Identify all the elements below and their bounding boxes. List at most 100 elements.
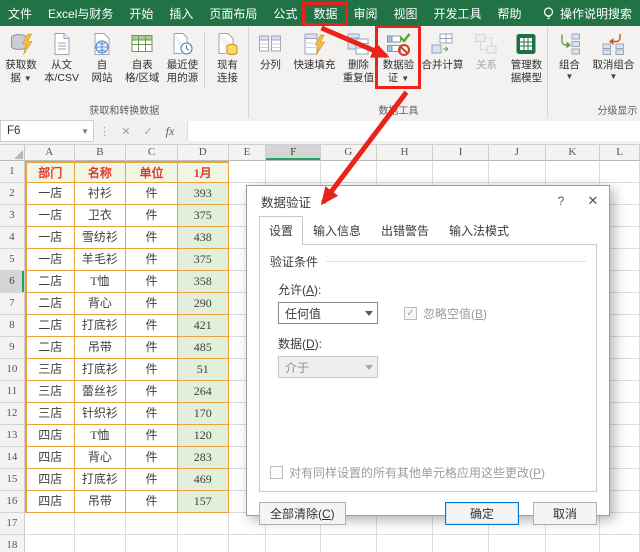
ribbon-tab-developer[interactable]: 开发工具: [425, 3, 489, 25]
cell-J1[interactable]: [489, 161, 546, 183]
cell-A4[interactable]: 一店: [25, 227, 75, 249]
row-header-15[interactable]: 15: [0, 469, 25, 491]
cell-A6[interactable]: 二店: [25, 271, 75, 293]
cell-C5[interactable]: 件: [126, 249, 178, 271]
cell-E1[interactable]: [229, 161, 267, 183]
cell-A5[interactable]: 一店: [25, 249, 75, 271]
cell-C3[interactable]: 件: [126, 205, 178, 227]
row-header-16[interactable]: 16: [0, 491, 25, 513]
row-header-3[interactable]: 3: [0, 205, 25, 227]
cell-C7[interactable]: 件: [126, 293, 178, 315]
cell-F1[interactable]: [266, 161, 321, 183]
cell-A3[interactable]: 一店: [25, 205, 75, 227]
cell-I18[interactable]: [433, 535, 489, 552]
cell-A14[interactable]: 四店: [25, 447, 75, 469]
ribbon-button-consolidate[interactable]: 合并计算: [418, 28, 466, 72]
cell-D16[interactable]: 157: [178, 491, 229, 513]
cell-C15[interactable]: 件: [126, 469, 178, 491]
cell-A10[interactable]: 三店: [25, 359, 75, 381]
column-header-I[interactable]: I: [433, 144, 489, 161]
allow-dropdown[interactable]: 任何值: [278, 302, 378, 324]
row-header-17[interactable]: 17: [0, 513, 25, 535]
cell-K18[interactable]: [546, 535, 601, 552]
column-header-D[interactable]: D: [178, 144, 229, 161]
ribbon-button-data-validation[interactable]: 数据验证 ▼: [378, 28, 418, 84]
row-header-14[interactable]: 14: [0, 447, 25, 469]
ribbon-button-existing-connections[interactable]: 现有连接: [207, 28, 247, 84]
cell-J18[interactable]: [489, 535, 546, 552]
ribbon-tab-review[interactable]: 审阅: [345, 3, 385, 25]
cell-C4[interactable]: 件: [126, 227, 178, 249]
cell-B13[interactable]: T恤: [75, 425, 127, 447]
ribbon-button-from-web[interactable]: 自网站: [82, 28, 122, 84]
cell-A16[interactable]: 四店: [25, 491, 75, 513]
dialog-title-bar[interactable]: 数据验证 ? ✕: [247, 186, 609, 216]
dialog-tab-输入法模式[interactable]: 输入法模式: [439, 216, 519, 244]
cell-D2[interactable]: 393: [178, 183, 229, 205]
cell-A8[interactable]: 二店: [25, 315, 75, 337]
cell-B4[interactable]: 雪纺衫: [75, 227, 127, 249]
ribbon-tab-help[interactable]: 帮助: [490, 3, 530, 25]
cell-B1[interactable]: 名称: [75, 161, 127, 183]
column-header-L[interactable]: L: [600, 144, 640, 161]
cell-D9[interactable]: 485: [178, 337, 229, 359]
ribbon-button-from-table-range[interactable]: 自表格/区域: [122, 28, 162, 84]
cell-E18[interactable]: [229, 535, 267, 552]
ribbon-tab-page-layout[interactable]: 页面布局: [201, 3, 265, 25]
tell-me-search[interactable]: 操作说明搜索: [560, 5, 632, 22]
ribbon-button-text-to-columns[interactable]: 分列: [250, 28, 290, 72]
row-header-8[interactable]: 8: [0, 315, 25, 337]
cell-D12[interactable]: 170: [178, 403, 229, 425]
cell-A1[interactable]: 部门: [25, 161, 75, 183]
cell-C6[interactable]: 件: [126, 271, 178, 293]
cell-B15[interactable]: 打底衫: [75, 469, 127, 491]
cell-B9[interactable]: 吊带: [75, 337, 127, 359]
ribbon-button-group[interactable]: 组合▼: [549, 28, 589, 81]
cell-C8[interactable]: 件: [126, 315, 178, 337]
cell-C2[interactable]: 件: [126, 183, 178, 205]
ribbon-tab-excel-finance[interactable]: Excel与财务: [40, 3, 121, 25]
ribbon-tab-home[interactable]: 开始: [121, 3, 161, 25]
cell-D1[interactable]: 1月: [178, 161, 229, 183]
cell-D10[interactable]: 51: [178, 359, 229, 381]
ribbon-button-ungroup[interactable]: 取消组合▼: [589, 28, 637, 81]
row-header-11[interactable]: 11: [0, 381, 25, 403]
cell-C9[interactable]: 件: [126, 337, 178, 359]
ribbon-tab-view[interactable]: 视图: [385, 3, 425, 25]
row-header-12[interactable]: 12: [0, 403, 25, 425]
row-header-2[interactable]: 2: [0, 183, 25, 205]
cell-G18[interactable]: [321, 535, 377, 552]
name-box-dropdown-icon[interactable]: ▼: [81, 127, 93, 136]
formula-input[interactable]: [187, 121, 640, 141]
cell-B10[interactable]: 打底衫: [75, 359, 127, 381]
select-all-corner[interactable]: [0, 144, 25, 161]
cancel-entry-icon[interactable]: ✕: [115, 125, 137, 138]
cell-D17[interactable]: [178, 513, 229, 535]
row-header-5[interactable]: 5: [0, 249, 25, 271]
cell-B14[interactable]: 背心: [75, 447, 127, 469]
cell-D6[interactable]: 358: [178, 271, 229, 293]
dialog-close-button[interactable]: ✕: [577, 186, 609, 216]
cell-L18[interactable]: [600, 535, 640, 552]
column-header-F[interactable]: F: [266, 144, 321, 161]
cell-C11[interactable]: 件: [126, 381, 178, 403]
column-header-J[interactable]: J: [489, 144, 546, 161]
column-header-G[interactable]: G: [321, 144, 377, 161]
row-header-9[interactable]: 9: [0, 337, 25, 359]
ribbon-button-recent-sources[interactable]: 最近使用的源: [162, 28, 202, 84]
cell-C17[interactable]: [126, 513, 178, 535]
cancel-button[interactable]: 取消: [533, 502, 597, 525]
cell-H18[interactable]: [377, 535, 434, 552]
cell-B2[interactable]: 衬衫: [75, 183, 127, 205]
cell-A9[interactable]: 二店: [25, 337, 75, 359]
chevron-down-icon[interactable]: [361, 306, 377, 320]
cell-C18[interactable]: [126, 535, 178, 552]
cell-D7[interactable]: 290: [178, 293, 229, 315]
cell-D14[interactable]: 283: [178, 447, 229, 469]
name-box[interactable]: F6 ▼: [0, 120, 94, 142]
cell-D15[interactable]: 469: [178, 469, 229, 491]
column-header-A[interactable]: A: [25, 144, 75, 161]
cell-C1[interactable]: 单位: [126, 161, 178, 183]
cell-I1[interactable]: [433, 161, 489, 183]
ribbon-tab-file[interactable]: 文件: [0, 3, 40, 25]
